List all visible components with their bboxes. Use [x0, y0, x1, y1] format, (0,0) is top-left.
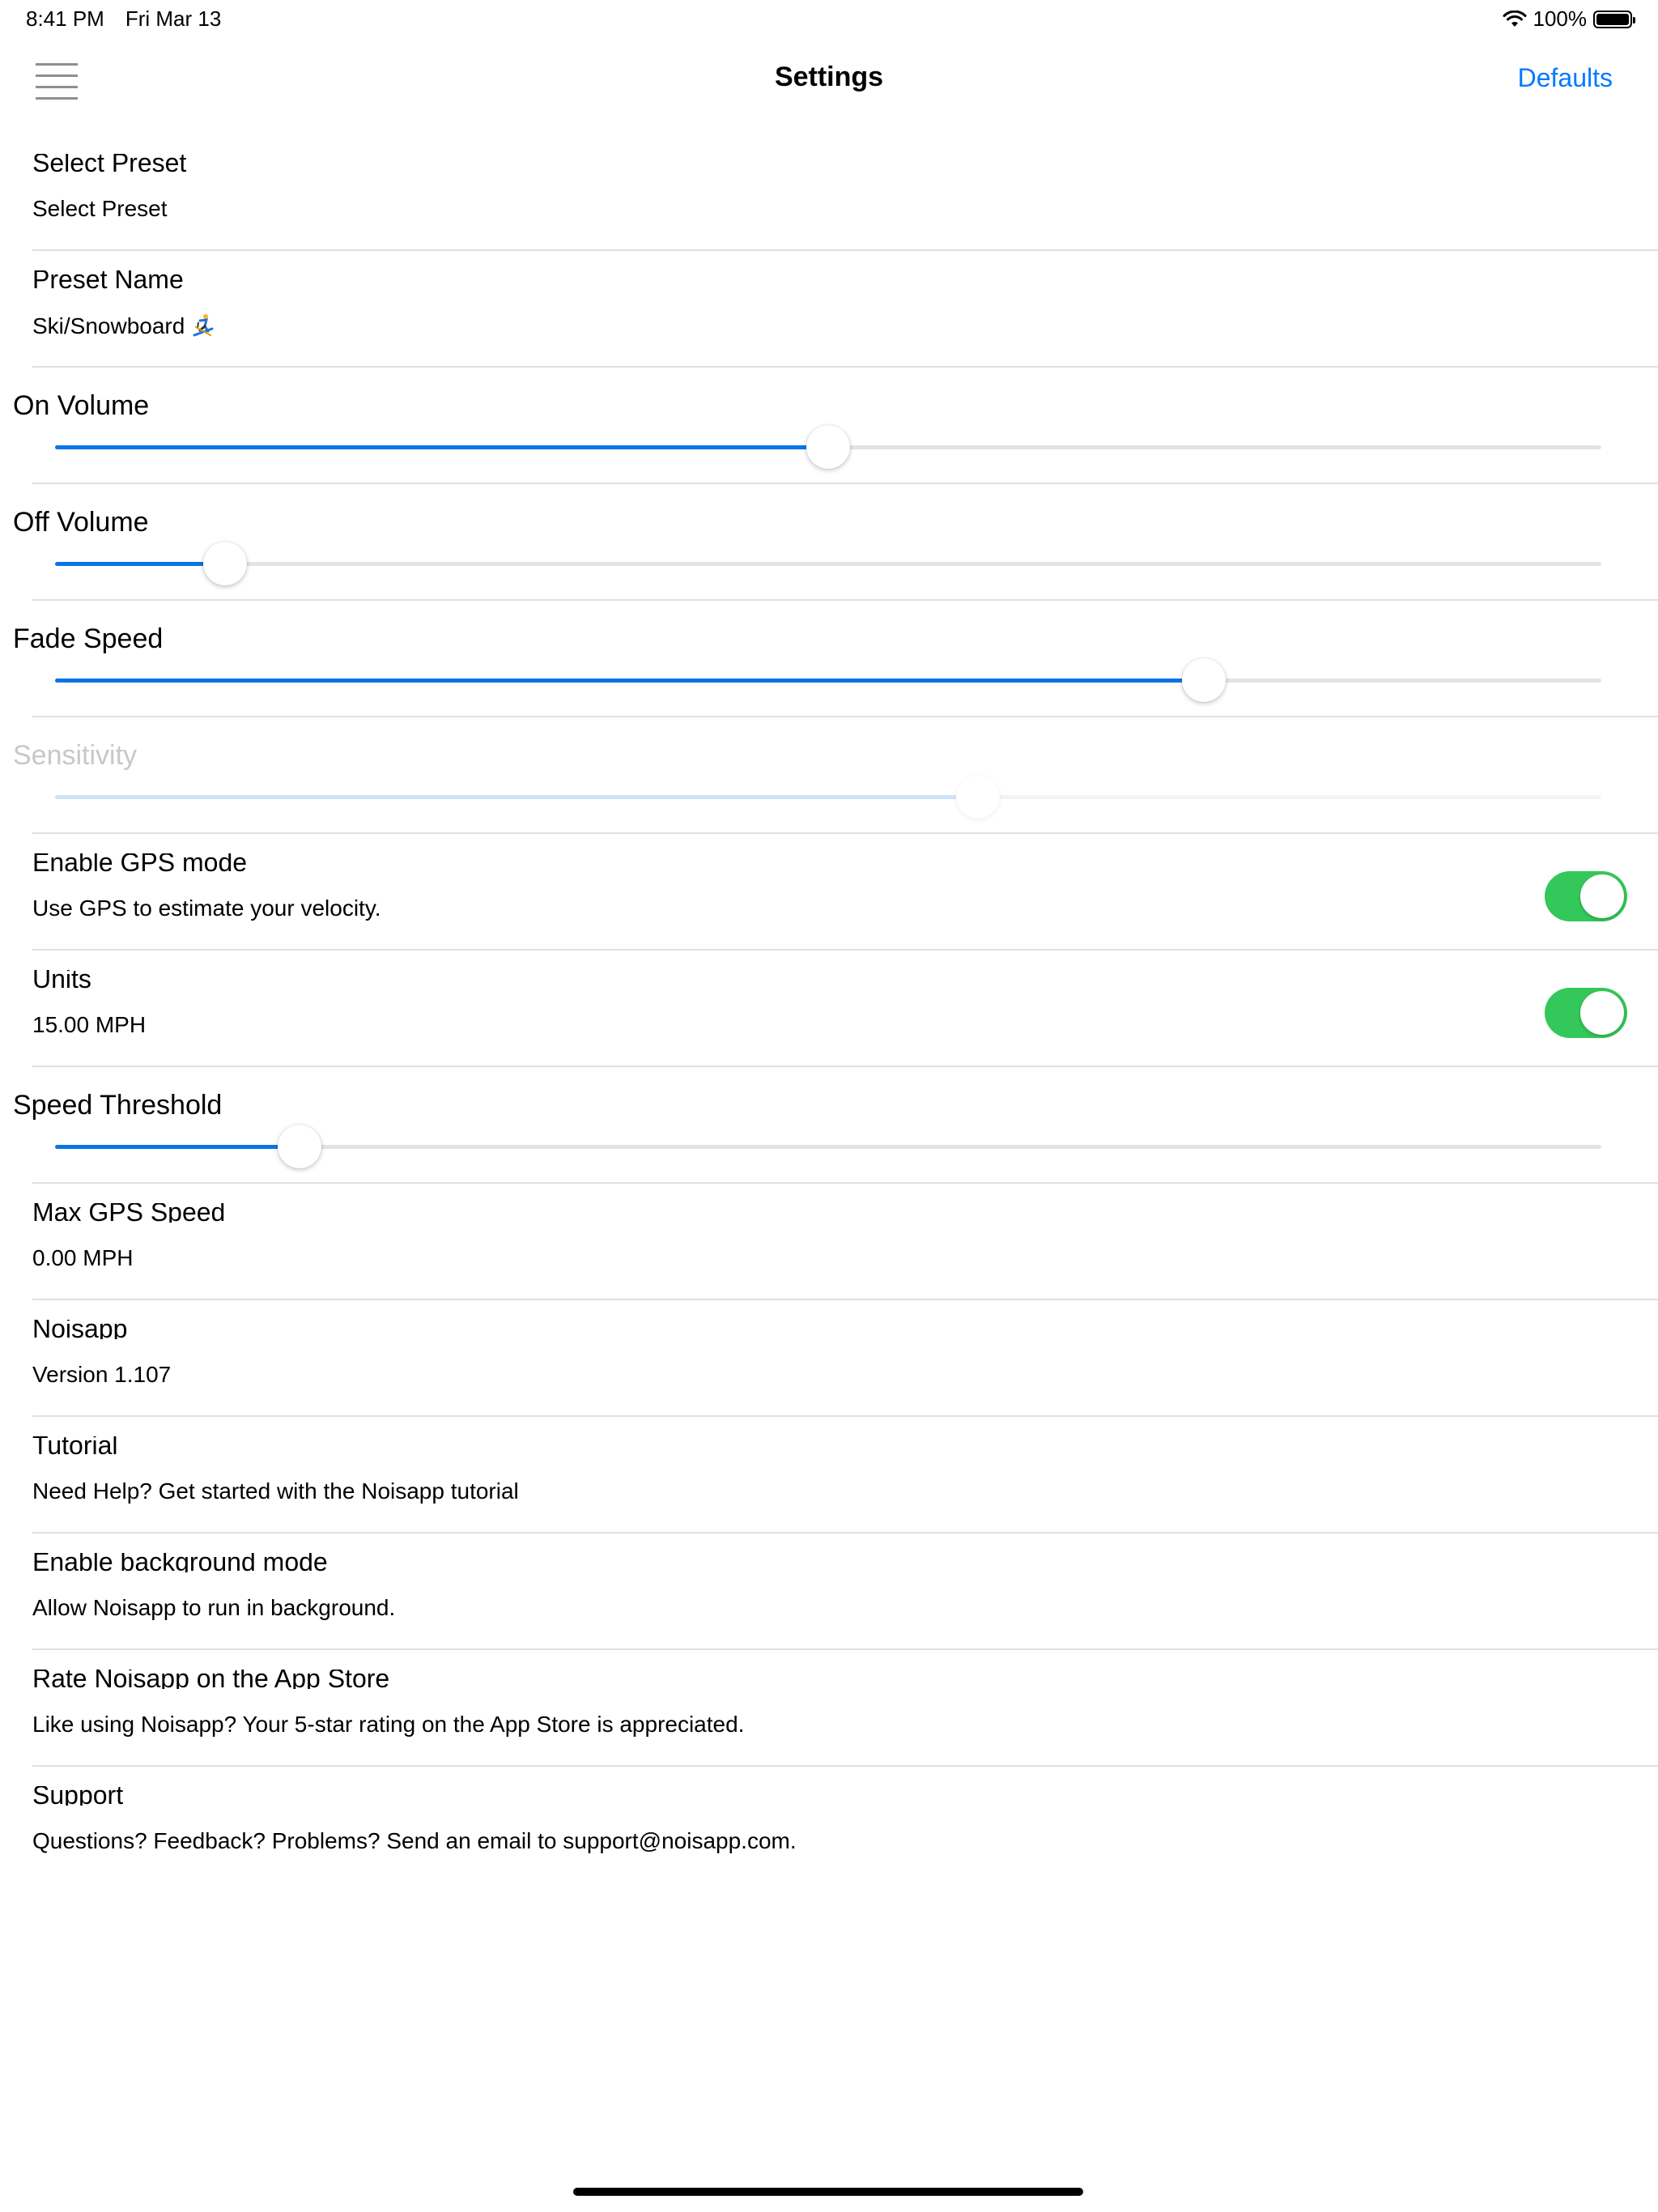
navigation-bar: Settings Defaults: [0, 39, 1658, 120]
row-title: Max GPS Speed: [32, 1203, 226, 1223]
fade-speed-slider[interactable]: [55, 658, 1601, 702]
toggle-knob: [1580, 874, 1624, 918]
row-detail: 15.00 MPH: [32, 1012, 147, 1037]
on-volume-slider[interactable]: [55, 425, 1601, 469]
select-preset-row[interactable]: Select Preset Select Preset: [0, 134, 1658, 251]
units-row: Units 15.00 MPH: [0, 951, 1658, 1067]
speed-threshold-row: Speed Threshold: [0, 1067, 1658, 1184]
row-title: Units: [32, 970, 91, 989]
status-date: Fri Mar 13: [125, 6, 222, 31]
slider-thumb[interactable]: [277, 1125, 321, 1168]
support-row[interactable]: Support Questions? Feedback? Problems? S…: [0, 1767, 1658, 1883]
row-title: Noisapp: [32, 1320, 128, 1339]
slider-fill: [55, 445, 828, 449]
row-detail: Like using Noisapp? Your 5-star rating o…: [32, 1712, 745, 1737]
preset-name-detail: Ski/Snowboard: [32, 313, 215, 339]
status-time: 8:41 PM: [26, 6, 104, 31]
off-volume-slider[interactable]: [55, 542, 1601, 585]
slider-thumb: [956, 775, 1001, 819]
row-detail: Version 1.107: [32, 1362, 172, 1387]
fade-speed-label: Fade Speed: [13, 623, 164, 654]
row-detail: Questions? Feedback? Problems? Send an e…: [32, 1828, 797, 1853]
background-mode-row[interactable]: Enable background mode Allow Noisapp to …: [0, 1534, 1658, 1650]
fade-speed-row: Fade Speed: [0, 601, 1658, 717]
slider-fill: [55, 678, 1205, 683]
row-title: Support: [32, 1786, 124, 1806]
skier-icon: [193, 314, 214, 337]
slider-thumb[interactable]: [203, 542, 248, 585]
app-version-row: Noisapp Version 1.107: [0, 1300, 1658, 1417]
gps-mode-row: Enable GPS mode Use GPS to estimate your…: [0, 834, 1658, 951]
row-title: Preset Name: [32, 270, 184, 290]
off-volume-label: Off Volume: [13, 507, 149, 538]
rate-app-row[interactable]: Rate Noisapp on the App Store Like using…: [0, 1650, 1658, 1767]
row-detail: Use GPS to estimate your velocity.: [32, 895, 381, 921]
status-left: 8:41 PM Fri Mar 13: [26, 6, 221, 32]
battery-icon: [1593, 10, 1635, 28]
on-volume-row: On Volume: [0, 368, 1658, 484]
slider-fill: [55, 1145, 300, 1149]
home-indicator[interactable]: [573, 2188, 1083, 2196]
preset-name-value: Ski/Snowboard: [32, 313, 185, 338]
row-detail: Need Help? Get started with the Noisapp …: [32, 1478, 519, 1504]
settings-list: Select Preset Select Preset Preset Name …: [0, 134, 1658, 1883]
slider-fill: [55, 562, 226, 566]
speed-threshold-slider[interactable]: [55, 1125, 1601, 1168]
gps-mode-toggle[interactable]: [1545, 871, 1627, 921]
row-title: Tutorial: [32, 1436, 118, 1456]
slider-thumb[interactable]: [1182, 658, 1226, 702]
toggle-knob: [1580, 991, 1624, 1035]
row-detail: Select Preset: [32, 196, 168, 221]
row-title: Select Preset: [32, 154, 187, 173]
speed-threshold-label: Speed Threshold: [13, 1090, 223, 1121]
row-title: Rate Noisapp on the App Store: [32, 1670, 390, 1689]
off-volume-row: Off Volume: [0, 484, 1658, 601]
row-detail: Allow Noisapp to run in background.: [32, 1595, 396, 1620]
row-detail: 0.00 MPH: [32, 1245, 134, 1270]
preset-name-row[interactable]: Preset Name Ski/Snowboard: [0, 251, 1658, 368]
max-gps-speed-row: Max GPS Speed 0.00 MPH: [0, 1184, 1658, 1300]
units-toggle[interactable]: [1545, 988, 1627, 1038]
slider-fill: [55, 795, 979, 799]
defaults-button[interactable]: Defaults: [1518, 63, 1613, 93]
page-title: Settings: [774, 62, 884, 92]
sensitivity-label: Sensitivity: [13, 740, 138, 771]
status-bar: 8:41 PM Fri Mar 13 100%: [0, 0, 1658, 39]
sensitivity-row: Sensitivity: [0, 717, 1658, 834]
tutorial-row[interactable]: Tutorial Need Help? Get started with the…: [0, 1417, 1658, 1534]
row-title: Enable background mode: [32, 1553, 328, 1572]
battery-percent: 100%: [1533, 6, 1588, 31]
battery-fill: [1596, 13, 1629, 25]
on-volume-label: On Volume: [13, 390, 150, 421]
wifi-icon: [1503, 10, 1526, 27]
status-right: 100%: [1503, 6, 1635, 32]
slider-thumb[interactable]: [806, 425, 850, 469]
sensitivity-slider: [55, 775, 1601, 819]
row-title: Enable GPS mode: [32, 853, 248, 873]
